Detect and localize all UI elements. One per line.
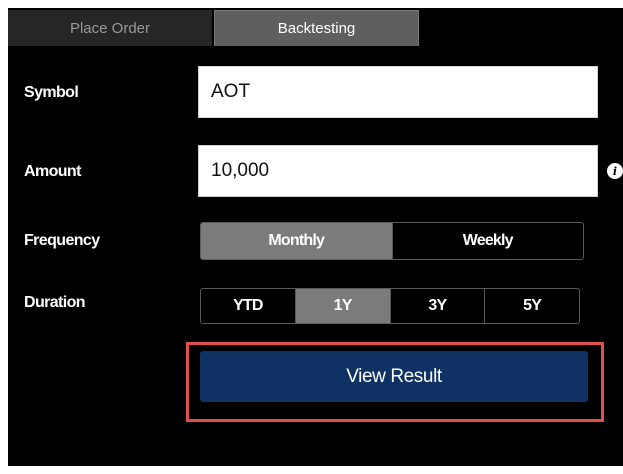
frequency-weekly-button[interactable]: Weekly	[391, 223, 584, 259]
info-icon[interactable]: i	[607, 163, 623, 179]
duration-label: Duration	[24, 294, 86, 311]
duration-5y-button[interactable]: 5Y	[484, 289, 579, 323]
duration-1y-button[interactable]: 1Y	[294, 289, 390, 323]
view-result-button[interactable]: View Result	[200, 351, 588, 402]
amount-input[interactable]	[198, 145, 598, 197]
tab-bar: Place Order Backtesting	[8, 8, 623, 46]
amount-label: Amount	[24, 163, 81, 180]
duration-3y-button[interactable]: 3Y	[389, 289, 485, 323]
duration-selector: YTD 1Y 3Y 5Y	[200, 288, 580, 324]
frequency-monthly-button[interactable]: Monthly	[201, 223, 392, 259]
symbol-label: Symbol	[24, 84, 79, 101]
frequency-selector: Monthly Weekly	[200, 222, 584, 260]
backtesting-panel: Place Order Backtesting Symbol Amount i …	[8, 8, 623, 466]
frequency-label: Frequency	[24, 232, 100, 249]
tab-place-order[interactable]: Place Order	[8, 10, 212, 46]
symbol-input[interactable]	[198, 66, 598, 118]
tab-backtesting[interactable]: Backtesting	[214, 10, 419, 46]
duration-ytd-button[interactable]: YTD	[201, 289, 295, 323]
